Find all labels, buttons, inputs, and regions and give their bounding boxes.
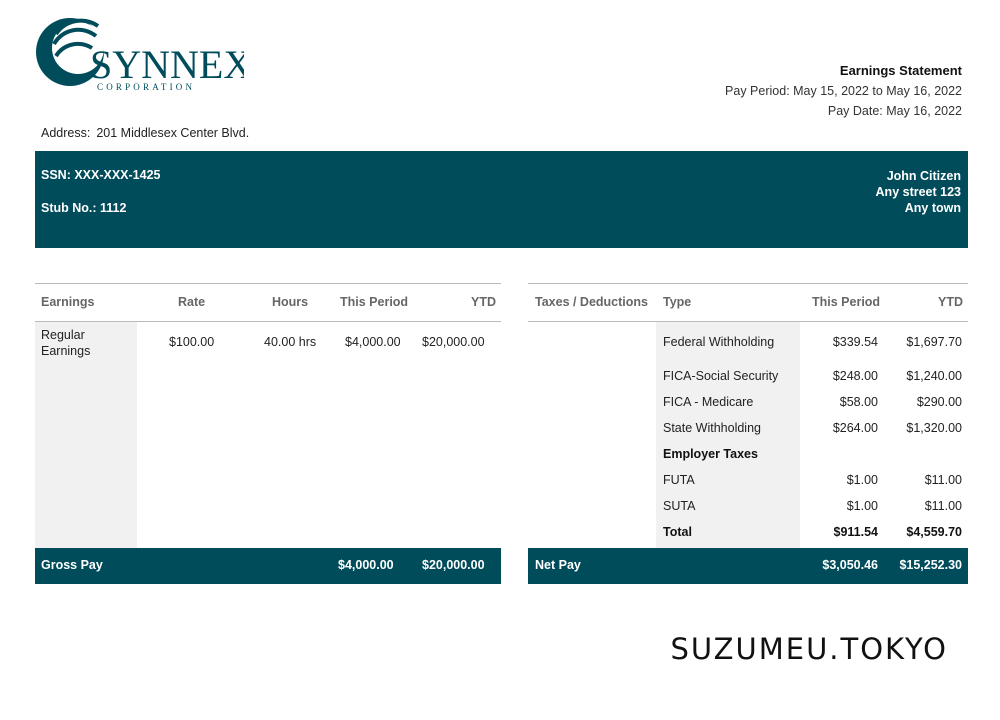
employee-info: John Citizen Any street 123 Any town bbox=[876, 168, 961, 216]
header-ytd: YTD bbox=[471, 295, 496, 309]
logo-sub: CORPORATION bbox=[97, 82, 195, 92]
earnings-table: Earnings Rate Hours This Period YTD Regu… bbox=[35, 283, 501, 584]
earnings-label-line2: Earnings bbox=[41, 344, 91, 358]
gross-pay-ytd: $20,000.00 bbox=[422, 558, 485, 572]
tax-total-label: Total bbox=[663, 525, 692, 539]
employee-banner: SSN: XXX-XXX-1425 Stub No.: 1112 John Ci… bbox=[35, 151, 968, 248]
tax-row-ytd: $1,697.70 bbox=[906, 335, 962, 349]
tax-row-type: FICA-Social Security bbox=[663, 369, 779, 383]
tax-row-ytd: $290.00 bbox=[916, 395, 962, 409]
taxes-body: Federal Withholding $339.54 $1,697.70 FI… bbox=[528, 322, 968, 548]
tax-row-ytd: $1,240.00 bbox=[906, 369, 962, 383]
earnings-label-line1: Regular bbox=[41, 328, 85, 342]
statement-header: Earnings Statement Pay Period: May 15, 2… bbox=[725, 63, 962, 124]
logo-swoosh-icon: SYNNEX CORPORATION bbox=[36, 18, 252, 92]
address-value: 201 Middlesex Center Blvd. bbox=[96, 126, 250, 140]
header-this-period: This Period bbox=[340, 295, 409, 309]
ssn: SSN: XXX-XXX-1425 bbox=[41, 168, 161, 182]
earnings-hours: 40.00 hrs bbox=[264, 335, 317, 349]
tax-row-type: SUTA bbox=[663, 499, 696, 513]
address-label: Address: bbox=[41, 126, 91, 140]
tax-row-ytd: $11.00 bbox=[924, 473, 962, 487]
net-pay-this-period: $3,050.46 bbox=[822, 558, 878, 572]
employer-taxes-heading: Employer Taxes bbox=[663, 447, 758, 461]
tax-row-this-period: $58.00 bbox=[839, 395, 878, 409]
taxes-table: Taxes / Deductions Type This Period YTD … bbox=[528, 283, 968, 584]
tax-row-this-period: $339.54 bbox=[832, 335, 878, 349]
tax-row-type: State Withholding bbox=[663, 421, 761, 435]
net-pay-row: Net Pay $3,050.46 $15,252.30 bbox=[528, 548, 968, 584]
tax-row-this-period: $1.00 bbox=[846, 499, 878, 513]
tax-row-this-period: $1.00 bbox=[846, 473, 878, 487]
logo-name: SYNNEX bbox=[90, 42, 244, 87]
earnings-body: Regular Earnings $100.00 40.00 hrs $4,00… bbox=[35, 322, 501, 548]
gross-pay-row: Gross Pay $4,000.00 $20,000.00 bbox=[35, 548, 501, 584]
tax-row-type: FICA - Medicare bbox=[663, 395, 754, 409]
earnings-header: Earnings Rate Hours This Period YTD bbox=[35, 283, 501, 322]
pay-date: Pay Date: May 16, 2022 bbox=[827, 104, 962, 118]
header-hours: Hours bbox=[272, 295, 309, 309]
statement-title: Earnings Statement bbox=[839, 63, 962, 78]
employee-name: John Citizen bbox=[886, 169, 961, 183]
pay-period: Pay Period: May 15, 2022 to May 16, 2022 bbox=[725, 84, 962, 98]
earnings-rate: $100.00 bbox=[169, 335, 215, 349]
net-pay-label: Net Pay bbox=[535, 558, 581, 572]
employee-town: Any town bbox=[904, 201, 961, 215]
gross-pay-this-period: $4,000.00 bbox=[338, 558, 394, 572]
tax-total-this-period: $911.54 bbox=[833, 525, 879, 539]
tax-row-type: Federal Withholding bbox=[663, 335, 775, 349]
header-type: Type bbox=[663, 295, 692, 309]
company-address: Address: 201 Middlesex Center Blvd. bbox=[41, 126, 249, 140]
header-taxes: Taxes / Deductions bbox=[535, 295, 648, 309]
header-rate: Rate bbox=[178, 295, 206, 309]
header-tax-this-period: This Period bbox=[812, 295, 881, 309]
earnings-ytd: $20,000.00 bbox=[422, 335, 485, 349]
net-pay-ytd: $15,252.30 bbox=[899, 558, 962, 572]
taxes-type-column bbox=[656, 322, 800, 548]
watermark: SUZUMEU.TOKYO bbox=[670, 632, 948, 666]
tax-row-ytd: $11.00 bbox=[924, 499, 962, 513]
employee-street: Any street 123 bbox=[875, 185, 961, 199]
stub-number: Stub No.: 1112 bbox=[41, 201, 127, 215]
tax-row-type: FUTA bbox=[663, 473, 695, 487]
earnings-this-period: $4,000.00 bbox=[345, 335, 401, 349]
tax-row-ytd: $1,320.00 bbox=[906, 421, 962, 435]
tax-row-this-period: $264.00 bbox=[832, 421, 878, 435]
earnings-row-label: Regular Earnings bbox=[41, 327, 90, 359]
company-logo: SYNNEX CORPORATION bbox=[34, 14, 252, 96]
tax-total-ytd: $4,559.70 bbox=[906, 525, 962, 539]
header-tax-ytd: YTD bbox=[938, 295, 963, 309]
gross-pay-label: Gross Pay bbox=[41, 558, 103, 572]
taxes-header: Taxes / Deductions Type This Period YTD bbox=[528, 283, 968, 322]
tax-row-this-period: $248.00 bbox=[832, 369, 878, 383]
header-earnings: Earnings bbox=[41, 295, 95, 309]
